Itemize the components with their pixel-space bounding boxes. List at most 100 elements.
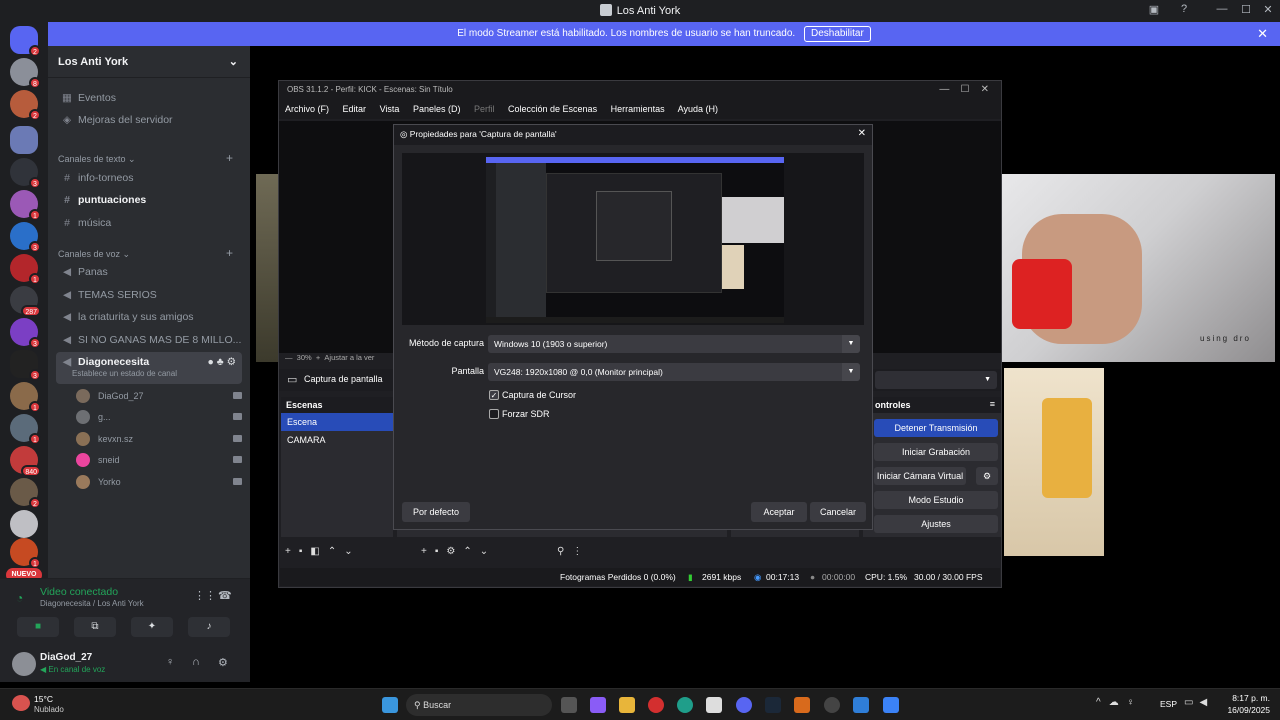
server-icon[interactable]: 3 bbox=[10, 318, 41, 349]
server-icon[interactable]: 3 bbox=[10, 350, 41, 381]
help-icon[interactable]: ? bbox=[1176, 3, 1192, 19]
app-icon[interactable] bbox=[853, 697, 869, 713]
ok-button[interactable]: Aceptar bbox=[751, 502, 807, 522]
menu-tools[interactable]: Herramientas bbox=[611, 104, 665, 114]
edge-icon[interactable] bbox=[677, 697, 693, 713]
weather-icon[interactable] bbox=[12, 695, 30, 711]
voice-channel-diagonecesita[interactable]: ◀ Diagonecesita ● ♣ ⚙ Establece un estado… bbox=[56, 352, 242, 384]
menu-file[interactable]: Archivo (F) bbox=[285, 104, 329, 114]
voice-user[interactable]: Yorko bbox=[76, 473, 242, 491]
channel-musica[interactable]: # música bbox=[56, 213, 242, 233]
server-icon[interactable]: 2 bbox=[10, 90, 41, 121]
scene-item[interactable]: CAMARA bbox=[281, 431, 393, 449]
defaults-button[interactable]: Por defecto bbox=[402, 502, 470, 522]
server-icon[interactable]: 1 bbox=[10, 190, 41, 221]
scene-toolbar-icons[interactable]: +▪◧⌃⌄ bbox=[285, 546, 361, 557]
close-button[interactable]: ✕ bbox=[1260, 3, 1276, 19]
server-header[interactable]: Los Anti York ⌄ bbox=[48, 46, 250, 78]
server-icon[interactable]: 1 bbox=[10, 414, 41, 445]
opera-icon[interactable] bbox=[648, 697, 664, 713]
file-explorer-icon[interactable] bbox=[619, 697, 635, 713]
maximize-button[interactable]: ☐ bbox=[1238, 3, 1254, 19]
discord-icon[interactable] bbox=[736, 697, 752, 713]
close-icon[interactable]: ✕ bbox=[1257, 22, 1268, 46]
screen-share-button[interactable]: ⧉ bbox=[74, 617, 116, 637]
steam-icon[interactable] bbox=[765, 697, 781, 713]
avatar[interactable] bbox=[12, 652, 36, 676]
server-icon[interactable] bbox=[10, 510, 38, 538]
voice-user[interactable]: kevxn.sz bbox=[76, 430, 242, 448]
capture-method-select[interactable]: Windows 10 (1903 o superior) ▼ bbox=[488, 335, 860, 353]
source-dropdown[interactable]: ▼ bbox=[875, 371, 997, 389]
menu-view[interactable]: Vista bbox=[380, 104, 400, 114]
headphones-icon[interactable]: ∩ bbox=[192, 656, 200, 668]
voice-user[interactable]: sneid bbox=[76, 451, 242, 469]
source-name[interactable]: Captura de pantalla bbox=[304, 374, 383, 384]
add-channel-icon[interactable]: + bbox=[226, 246, 233, 260]
server-icon[interactable]: 1 bbox=[10, 538, 41, 569]
disable-streamer-button[interactable]: Deshabilitar bbox=[803, 26, 871, 42]
server-icon[interactable]: 1 bbox=[10, 254, 41, 285]
camera-button[interactable]: ■ bbox=[17, 617, 59, 637]
add-channel-icon[interactable]: + bbox=[226, 151, 233, 165]
menu-help[interactable]: Ayuda (H) bbox=[678, 104, 718, 114]
tray-icons[interactable]: ^☁♀ bbox=[1096, 697, 1142, 708]
minimize-button[interactable]: — bbox=[1214, 3, 1230, 19]
search-box[interactable]: ⚲ Buscar bbox=[406, 694, 552, 716]
studio-mode-button[interactable]: Modo Estudio bbox=[874, 491, 998, 509]
webcam-feed-bottom[interactable] bbox=[1004, 368, 1104, 556]
scene-item[interactable]: Escena bbox=[281, 413, 393, 431]
settings-gear-icon[interactable]: ⚙ bbox=[218, 656, 228, 669]
app-icon[interactable] bbox=[794, 697, 810, 713]
menu-profile[interactable]: Perfil bbox=[474, 104, 495, 114]
voice-channels-category[interactable]: Canales de voz ⌄ + bbox=[58, 246, 240, 260]
clock-date[interactable]: 16/09/2025 bbox=[1222, 705, 1270, 715]
inbox-icon[interactable]: ▣ bbox=[1146, 3, 1162, 19]
server-icon[interactable]: 3 bbox=[10, 158, 41, 189]
start-recording-button[interactable]: Iniciar Grabación bbox=[874, 443, 998, 461]
stop-streaming-button[interactable]: Detener Transmisión bbox=[874, 419, 998, 437]
voice-channel-panas[interactable]: ◀ Panas bbox=[56, 262, 242, 282]
server-icon[interactable]: 3 bbox=[10, 222, 41, 253]
settings-button[interactable]: Ajustes bbox=[874, 515, 998, 533]
text-channels-category[interactable]: Canales de texto ⌄ + bbox=[58, 151, 240, 165]
server-icon[interactable]: 1 bbox=[10, 382, 41, 413]
home-button[interactable]: 2 bbox=[10, 26, 41, 57]
dock-menu-icon[interactable]: ≡ bbox=[990, 399, 995, 409]
zoom-controls[interactable]: — 30% + Ajustar a la ver bbox=[285, 353, 374, 362]
voice-channel-temas-serios[interactable]: ◀ TEMAS SERIOS bbox=[56, 285, 242, 305]
window-controls[interactable]: — ☐ ✕ bbox=[939, 84, 989, 95]
capture-cursor-label[interactable]: Captura de Cursor bbox=[502, 390, 576, 400]
system-icons[interactable]: ▭◀ bbox=[1184, 697, 1213, 708]
app-icon[interactable] bbox=[883, 697, 899, 713]
language-indicator[interactable]: ESP bbox=[1160, 699, 1177, 709]
disconnect-icon[interactable]: ☎ bbox=[218, 589, 232, 602]
webcam-feed-right[interactable]: using dro bbox=[1002, 174, 1275, 362]
cancel-button[interactable]: Cancelar bbox=[810, 502, 866, 522]
start-icon[interactable] bbox=[382, 697, 398, 713]
mixer-toolbar-icons[interactable]: ⚲⋮ bbox=[557, 546, 590, 557]
channel-puntuaciones[interactable]: # puntuaciones bbox=[56, 190, 242, 210]
server-icon[interactable]: 287 bbox=[10, 286, 41, 317]
events-item[interactable]: ▦ Eventos bbox=[56, 88, 242, 108]
virtual-camera-settings-icon[interactable]: ⚙ bbox=[976, 467, 998, 485]
display-select[interactable]: VG248: 1920x1080 @ 0,0 (Monitor principa… bbox=[488, 363, 860, 381]
voice-status[interactable]: Video conectado bbox=[40, 586, 118, 598]
menu-scene-collection[interactable]: Colección de Escenas bbox=[508, 104, 597, 114]
voice-channel-millones[interactable]: ◀ SI NO GANAS MAS DE 8 MILLO... bbox=[56, 330, 242, 350]
voice-user[interactable]: DiaGod_27 bbox=[76, 387, 242, 405]
capture-cursor-checkbox[interactable]: ✓ bbox=[489, 390, 499, 400]
force-sdr-checkbox[interactable] bbox=[489, 409, 499, 419]
obs-icon[interactable] bbox=[824, 697, 840, 713]
start-virtual-camera-button[interactable]: Iniciar Cámara Virtual bbox=[874, 467, 966, 485]
noise-suppression-icon[interactable]: ⋮⋮ bbox=[194, 589, 216, 602]
channel-status-hint[interactable]: Establece un estado de canal bbox=[72, 367, 177, 381]
soundboard-button[interactable]: ♪ bbox=[188, 617, 230, 637]
close-icon[interactable]: ✕ bbox=[858, 128, 866, 139]
channel-actions-icon[interactable]: ● ♣ ⚙ bbox=[208, 352, 236, 372]
store-icon[interactable] bbox=[706, 697, 722, 713]
voice-channel-criaturita[interactable]: ◀ la criaturita y sus amigos bbox=[56, 307, 242, 327]
activity-button[interactable]: ✦ bbox=[131, 617, 173, 637]
server-icon[interactable]: 2 bbox=[10, 478, 41, 509]
menu-edit[interactable]: Editar bbox=[343, 104, 367, 114]
